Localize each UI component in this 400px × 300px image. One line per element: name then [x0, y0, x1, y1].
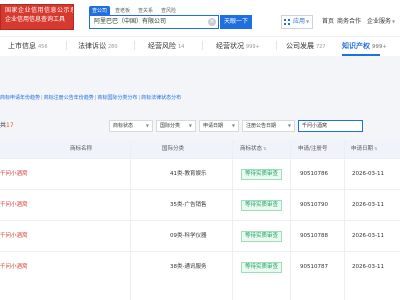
tab-divider	[66, 41, 67, 50]
total-count: 17	[6, 122, 14, 129]
apply-date: 2026-03-11	[352, 264, 384, 270]
trademark-table: 商标名称 国际分类 商标状态⇅ 申请/注册号 申请日期⇅ 千问小酒窝 41类-教…	[0, 140, 400, 300]
column-divider	[232, 140, 233, 300]
chevron-down-icon: ▼	[145, 123, 149, 128]
column-divider	[290, 140, 291, 300]
apply-date-label: 申请日期	[203, 123, 224, 129]
status-badge: 等待实质审查	[241, 262, 283, 273]
reg-date-filter[interactable]: 注册公告日期 ▼	[242, 120, 295, 132]
col-status-label: 商标状态	[240, 146, 263, 152]
site-logo[interactable]: 国家企业信用信息公示系统 企业信用信息查询工具	[0, 4, 74, 30]
tab-divider	[202, 41, 203, 50]
enterprise-label: 企业服务	[367, 18, 392, 25]
class-filter-label: 国际分类	[160, 123, 181, 129]
col-class: 国际分类	[162, 146, 185, 152]
status-filter[interactable]: 商标状态 ▼	[109, 120, 153, 132]
col-status[interactable]: 商标状态⇅	[240, 140, 266, 158]
trademark-number: 90510788	[300, 233, 328, 239]
tab-count: 999+	[246, 44, 260, 50]
link-class-dist[interactable]: 商标国际分类分布	[97, 95, 137, 101]
logo-line-1: 国家企业信用信息公示系统	[5, 7, 73, 14]
apply-date-filter[interactable]: 申请日期 ▼	[199, 120, 239, 132]
trademark-name[interactable]: 千问小酒窝	[0, 190, 28, 221]
trademark-number: 90510786	[300, 171, 328, 177]
table-row[interactable]: 千问小酒窝 35类-广告销售 等待实质审查 90510790 2026-03-1…	[0, 189, 400, 220]
trademark-class: 35类-广告销售	[170, 202, 207, 208]
search-button[interactable]: 天眼一下	[220, 15, 252, 29]
logo-line-2: 企业信用信息查询工具	[5, 16, 66, 23]
trademark-class: 09类-科学仪器	[170, 233, 207, 239]
apply-date: 2026-03-11	[352, 202, 384, 208]
trademark-name[interactable]: 千问小酒窝	[0, 221, 28, 252]
tab-label: 经营风险	[148, 42, 176, 50]
tab-label: 法律诉讼	[78, 42, 106, 50]
chevron-down-icon: ▼	[188, 123, 192, 128]
nav-link-enterprise[interactable]: 企业服务▼	[367, 17, 395, 27]
chevron-down-icon: ▼	[306, 19, 310, 24]
tab-label: 上市信息	[8, 42, 36, 50]
tab-business-risk[interactable]: 经营风险 14	[148, 37, 184, 56]
trademark-class: 38类-通讯服务	[170, 264, 207, 270]
apps-label: 应用	[293, 18, 306, 25]
tab-label: 公司发展	[286, 42, 314, 50]
trademark-name[interactable]: 千问小酒窝	[0, 252, 28, 283]
link-status-dist[interactable]: 商标法律状态分布	[141, 95, 181, 101]
tab-count: 14	[178, 44, 185, 50]
col-date-label: 申请日期	[351, 146, 374, 152]
trademark-name[interactable]: 千问小酒窝	[0, 159, 28, 190]
tab-operations[interactable]: 经营状况 999+	[216, 37, 260, 56]
tab-litigation[interactable]: 法律诉讼 280	[78, 37, 118, 56]
category-tabs	[0, 36, 400, 56]
column-divider	[344, 140, 345, 300]
link-apply-trend[interactable]: 商标申请年份趋势	[0, 95, 40, 101]
tab-development[interactable]: 公司发展 727	[286, 37, 326, 56]
tab-label: 知识产权	[342, 42, 370, 50]
trademark-number: 90510787	[300, 264, 328, 270]
column-divider	[130, 140, 131, 300]
nav-link-business[interactable]: 商务合作	[337, 17, 361, 27]
status-badge: 等待实质审查	[241, 200, 283, 211]
grid-icon	[284, 19, 290, 25]
trademark-class: 41类-教育娱乐	[170, 171, 207, 177]
top-header: 国家企业信用信息公示系统 企业信用信息查询工具 查公司 查老板 查关系 查风险 …	[0, 0, 400, 36]
link-reg-trend[interactable]: 商标注册公告年份趋势	[44, 95, 94, 101]
clear-search-icon[interactable]: ×	[208, 18, 216, 26]
tab-label: 经营状况	[216, 42, 244, 50]
sort-icon: ⇅	[374, 146, 378, 151]
status-filter-label: 商标状态	[113, 123, 134, 129]
tab-count: 999+	[372, 44, 387, 50]
nav-link-home[interactable]: 首页	[322, 17, 334, 27]
tab-listing[interactable]: 上市信息 456	[8, 37, 48, 56]
sort-icon: ⇅	[263, 146, 267, 151]
tab-count: 456	[38, 44, 48, 50]
tab-divider	[134, 41, 135, 50]
class-filter[interactable]: 国际分类 ▼	[156, 120, 196, 132]
search-input[interactable]: 阿里巴巴（中国）有限公司	[89, 15, 219, 29]
active-tab-underline	[342, 54, 380, 56]
reg-date-label: 注册公告日期	[246, 123, 277, 129]
result-total: 共17	[0, 121, 14, 131]
apply-date: 2026-03-11	[352, 171, 384, 177]
tab-divider	[276, 41, 277, 50]
apply-date: 2026-03-11	[352, 233, 384, 239]
trademark-number: 90510790	[300, 202, 328, 208]
tab-count: 727	[316, 44, 326, 50]
status-badge: 等待实质审查	[241, 169, 283, 180]
col-name: 商标名称	[70, 146, 93, 152]
table-row[interactable]: 千问小酒窝 09类-科学仪器 等待实质审查 90510788 2026-03-1…	[0, 220, 400, 251]
col-date[interactable]: 申请日期⇅	[351, 140, 377, 158]
chevron-down-icon: ▼	[231, 123, 235, 128]
chevron-down-icon: ▼	[287, 123, 291, 128]
status-badge: 等待实质审查	[241, 231, 283, 242]
tab-count: 280	[108, 44, 118, 50]
chevron-down-icon: ▼	[392, 19, 396, 24]
keyword-input[interactable]: 千问小酒窝	[298, 120, 363, 132]
table-row[interactable]: 千问小酒窝 41类-教育娱乐 等待实质审查 90510786 2026-03-1…	[0, 158, 400, 189]
col-number: 申请/注册号	[298, 146, 328, 152]
chart-links: 商标申请年份趋势|商标注册公告年份趋势|商标国际分类分布|商标法律状态分布	[0, 95, 182, 101]
table-header: 商标名称 国际分类 商标状态⇅ 申请/注册号 申请日期⇅	[0, 140, 400, 158]
table-row[interactable]: 千问小酒窝 38类-通讯服务 等待实质审查 90510787 2026-03-1…	[0, 251, 400, 282]
